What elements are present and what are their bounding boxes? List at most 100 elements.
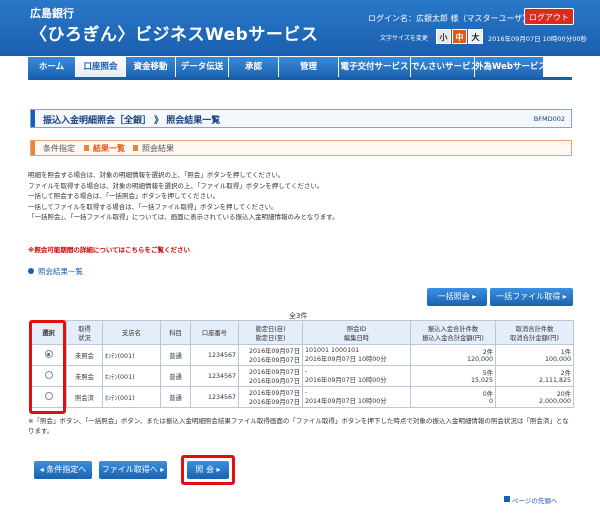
subject-cell: 普通 <box>160 344 191 366</box>
nav-fund-transfer[interactable]: 資金移動 <box>126 57 176 77</box>
instruction-line: 一括してファイルを取得する場合は、「一括ファイル取得」ボタンを押してください。 <box>28 202 278 211</box>
select-column-highlight <box>29 320 66 414</box>
bank-name: 広島銀行 <box>30 7 74 20</box>
font-size-small-button[interactable]: 小 <box>436 29 451 44</box>
edit-datetime: 2014年09月07日 10時00分 <box>305 398 387 405</box>
current-datetime: 2016年09月07日 10時00分00秒 <box>488 35 587 43</box>
subject-cell: 普通 <box>160 386 191 408</box>
instruction-line: ファイルを取得する場合は、対象の明細情報を選択の上、「ファイル取得」ボタンを押し… <box>28 181 324 190</box>
inquiry-id: - <box>305 389 308 396</box>
status-cell: 未照会 <box>66 365 103 387</box>
account-cell: 1234567 <box>190 344 239 366</box>
nav-approval[interactable]: 承認 <box>229 57 279 77</box>
step-result-list: 結果一覧 <box>93 144 125 153</box>
instruction-line: 明細を照会する場合は、対象の明細情報を選択の上、「照会」ボタンを押してください。 <box>28 171 285 179</box>
cancel-count: 2件 <box>560 370 571 377</box>
incoming-total-cell: 2件 120,000 <box>410 344 496 366</box>
dates-cell: 2016年09月07日 2016年09月07日 <box>238 386 303 408</box>
nav-electronic-delivery[interactable]: 電子交付サービス <box>339 57 411 77</box>
nav-underline <box>28 77 572 80</box>
instruction-line: 一括して照会する場合は、「一括照会」ボタンを押してください。 <box>28 192 220 200</box>
cancel-amount: 2,111,825 <box>538 377 571 384</box>
branch-cell: ﾎﾝﾃﾝ(001) <box>102 386 161 408</box>
nav-account-inquiry[interactable]: 口座照会 <box>76 57 126 77</box>
inquiry-period-link[interactable]: ※照会可能期間の詳細についてはこちらをご覧ください <box>28 244 190 254</box>
step-arrow-icon <box>133 145 138 151</box>
incoming-amount: 15,025 <box>470 377 493 384</box>
page-top-link[interactable]: ページの先頭へ <box>512 495 557 505</box>
cancel-total-cell: 20件 2,000,000 <box>495 386 574 408</box>
step-condition: 条件指定 <box>43 144 75 153</box>
incoming-amount: 120,000 <box>466 356 493 363</box>
status-note: ※「照会」ボタン、「一括照会」ボタン、または振込入金明細照会結果ファイル取得画面… <box>28 417 569 435</box>
table-row[interactable]: 未照会 ﾎﾝﾃﾝ(001) 普通 1234567 2016年09月07日 2016… <box>30 344 574 366</box>
nav-data-transfer[interactable]: データ伝送 <box>176 57 229 77</box>
col-header-incoming-total: 振込入金合計件数 振込入金合計金額(円) <box>410 320 496 345</box>
nav-home[interactable]: ホーム <box>28 57 76 77</box>
status-cell: 未照会 <box>66 344 103 366</box>
incoming-amount: 0 <box>488 398 493 405</box>
col-header-status: 取得 状況 <box>66 320 103 345</box>
incoming-total-cell: 5件 15,025 <box>410 365 496 387</box>
result-table: 選択 取得 状況 支店名 科目 口座番号 勘定日(自) 勘定日(至) 照会ID … <box>30 320 574 408</box>
font-size-label: 文字サイズを変更 <box>380 35 428 42</box>
instructions: 明細を照会する場合は、対象の明細情報を選択の上、「照会」ボタンを押してください。… <box>28 170 573 223</box>
inquiry-id: 101001 1000101 <box>305 347 360 354</box>
inquiry-id: - <box>305 368 308 375</box>
cancel-amount: 100,000 <box>544 356 571 363</box>
branch-cell: ﾎﾝﾃﾝ(001) <box>102 365 161 387</box>
nav-densai[interactable]: でんさいサービス <box>411 57 475 77</box>
page-top-icon <box>504 496 510 502</box>
section-title: 照会結果一覧 <box>38 267 83 276</box>
cancel-count: 1件 <box>560 349 571 356</box>
step-arrow-icon <box>84 145 89 151</box>
cancel-total-cell: 2件 2,111,825 <box>495 365 574 387</box>
font-size-medium-button[interactable]: 中 <box>452 29 467 44</box>
col-header-inquiry-id: 照会ID 編集日時 <box>302 320 411 345</box>
logout-button[interactable]: ログアウト <box>524 8 574 25</box>
dates-cell: 2016年09月07日 2016年09月07日 <box>238 344 303 366</box>
main-nav: ホーム 口座照会 資金移動 データ伝送 承認 管理 電子交付サービス でんさいサ… <box>28 57 572 77</box>
back-to-condition-button[interactable]: ◂ 条件指定へ <box>34 461 92 479</box>
col-header-subject: 科目 <box>160 320 191 345</box>
incoming-count: 0件 <box>482 391 493 398</box>
inquiry-button-highlight <box>181 455 235 485</box>
service-logo[interactable]: 〈ひろぎん〉ビジネスWebサービス <box>30 20 318 45</box>
bulk-inquiry-button[interactable]: 一括照会 ▸ <box>427 288 487 306</box>
cancel-amount: 2,000,000 <box>538 398 571 405</box>
nav-admin[interactable]: 管理 <box>279 57 339 77</box>
date-to: 2016年09月07日 <box>249 378 300 385</box>
col-header-dates: 勘定日(自) 勘定日(至) <box>238 320 303 345</box>
header: 広島銀行 〈ひろぎん〉ビジネスWebサービス ログイン名：広銀太郎 様（マスター… <box>0 0 600 56</box>
step-indicator: 条件指定 結果一覧 照会結果 <box>30 140 572 156</box>
instruction-line: 「一括照会」、「一括ファイル取得」については、画面に表示されている振込入金明細情… <box>28 213 339 221</box>
screen-id: BFMD002 <box>533 115 565 123</box>
inquiry-id-cell: - 2016年09月07日 10時00分 <box>302 365 411 387</box>
inquiry-id-cell: 101001 1000101 2016年09月07日 10時00分 <box>302 344 411 366</box>
font-size-large-button[interactable]: 大 <box>468 29 483 44</box>
date-from: 2016年09月07日 <box>249 369 300 376</box>
date-from: 2016年09月07日 <box>249 348 300 355</box>
account-cell: 1234567 <box>190 386 239 408</box>
edit-datetime: 2016年09月07日 10時00分 <box>305 356 387 363</box>
table-row[interactable]: 未照会 ﾎﾝﾃﾝ(001) 普通 1234567 2016年09月07日 2016… <box>30 365 574 387</box>
col-header-cancel-total: 取消合計件数 取消合計金額(円) <box>495 320 574 345</box>
date-from: 2016年09月07日 <box>249 390 300 397</box>
incoming-count: 5件 <box>482 370 493 377</box>
login-user: ログイン名：広銀太郎 様（マスターユーザ） <box>368 14 531 23</box>
status-cell: 照会済 <box>66 386 103 408</box>
col-header-account: 口座番号 <box>190 320 239 345</box>
incoming-total-cell: 0件 0 <box>410 386 496 408</box>
table-row[interactable]: 照会済 ﾎﾝﾃﾝ(001) 普通 1234567 2016年09月07日 2016… <box>30 386 574 408</box>
subject-cell: 普通 <box>160 365 191 387</box>
branch-cell: ﾎﾝﾃﾝ(001) <box>102 344 161 366</box>
file-get-button[interactable]: ファイル取得へ ▸ <box>99 461 167 479</box>
cancel-count: 20件 <box>556 391 571 398</box>
date-to: 2016年09月07日 <box>249 399 300 406</box>
bulk-file-get-button[interactable]: 一括ファイル取得 ▸ <box>490 288 573 306</box>
page-title: 振込入金明細照会［全銀］ 》 照会結果一覧 <box>43 116 221 126</box>
title-accent-bar <box>31 110 35 127</box>
edit-datetime: 2016年09月07日 10時00分 <box>305 377 387 384</box>
nav-forex[interactable]: 外為Webサービス <box>475 57 544 77</box>
steps-accent-bar <box>31 141 35 155</box>
